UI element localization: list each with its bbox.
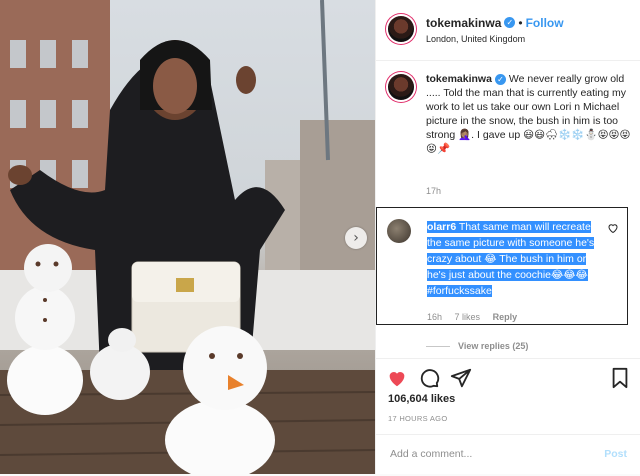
- reply-time: 16h: [427, 312, 443, 322]
- instagram-post: › tokemakinwa ✓ • Follow London, United Kin…: [0, 0, 640, 474]
- speech-bubble-icon[interactable]: [418, 367, 440, 389]
- caption-avatar[interactable]: [388, 74, 414, 100]
- caption-username[interactable]: tokemakinwa: [426, 73, 492, 85]
- heart-icon[interactable]: [607, 222, 619, 234]
- caption-body: We never really grow old ..... Told the …: [426, 73, 631, 155]
- carousel-next-button[interactable]: ›: [345, 227, 367, 249]
- location-link[interactable]: London, United Kingdom: [426, 34, 525, 44]
- likes-count[interactable]: 106,604 likes: [388, 393, 455, 405]
- post-header: tokemakinwa ✓ • Follow London, United Kingd…: [376, 0, 640, 61]
- verified-badge-icon: ✓: [504, 17, 516, 29]
- post-comment-button[interactable]: Post: [604, 448, 627, 460]
- reply-text: olarr6 That same man will recreate the s…: [427, 219, 597, 299]
- action-bar: 106,604 likes 17 HOURS AGO Post: [376, 358, 640, 475]
- divider-line: [426, 346, 450, 348]
- reply-button[interactable]: Reply: [493, 312, 518, 322]
- view-replies-button[interactable]: View replies (25): [426, 341, 528, 351]
- reply-comment: olarr6 That same man will recreate the s…: [376, 207, 628, 325]
- bookmark-icon[interactable]: [609, 367, 631, 389]
- avatar[interactable]: [387, 219, 411, 243]
- paper-plane-icon[interactable]: [450, 367, 472, 389]
- posted-time: 17 HOURS AGO: [388, 414, 448, 423]
- separator-dot: •: [518, 16, 523, 30]
- reply-likes[interactable]: 7 likes: [455, 312, 481, 322]
- username-link[interactable]: tokemakinwa: [426, 16, 501, 30]
- heart-icon[interactable]: [386, 367, 408, 389]
- follow-button[interactable]: Follow: [526, 16, 564, 30]
- chevron-right-icon: ›: [353, 230, 359, 246]
- verified-badge-icon: ✓: [494, 73, 506, 85]
- caption-text: tokemakinwa ✓ We never really grow old ..…: [426, 72, 636, 156]
- reply-username[interactable]: olarr6: [427, 221, 456, 233]
- photo-illustration: [0, 0, 375, 474]
- comment-input[interactable]: [388, 447, 592, 461]
- avatar[interactable]: [388, 16, 414, 42]
- add-comment-bar: Post: [376, 434, 640, 476]
- caption-time: 17h: [426, 186, 442, 196]
- view-replies-label: View replies (25): [458, 341, 529, 351]
- reply-meta: 16h 7 likes Reply: [427, 312, 527, 322]
- post-photo[interactable]: ›: [0, 0, 375, 474]
- header-user-line: tokemakinwa ✓ • Follow: [426, 14, 564, 32]
